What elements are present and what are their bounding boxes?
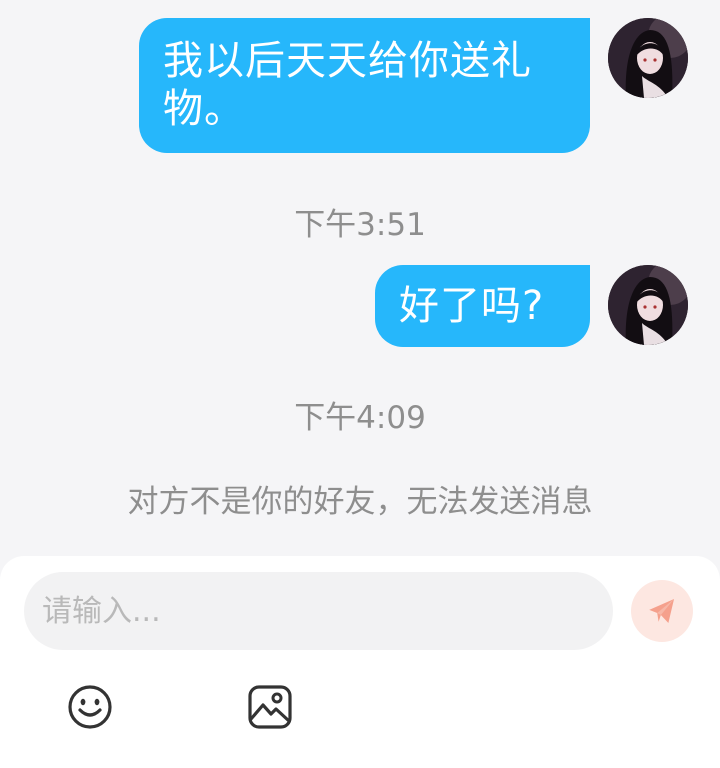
message-bubble[interactable]: 好了吗? (375, 265, 590, 347)
message-input[interactable] (24, 572, 613, 650)
avatar-image (608, 265, 688, 345)
image-button[interactable] (246, 683, 294, 731)
send-icon (649, 598, 675, 624)
emoji-icon (68, 685, 112, 729)
chat-area: 我以后天天给你送礼物。 下午3:51 好了吗? 下午4:09 对方不是你的好友，… (0, 0, 720, 556)
message-composer (0, 556, 720, 768)
message-bubble[interactable]: 我以后天天给你送礼物。 (139, 18, 590, 153)
image-icon (248, 685, 292, 729)
message-text: 我以后天天给你送礼物。 (163, 38, 532, 132)
timestamp: 下午4:09 (294, 400, 426, 436)
avatar-image (608, 18, 688, 98)
message-text: 好了吗? (399, 283, 545, 329)
send-button[interactable] (631, 580, 693, 642)
avatar[interactable] (608, 18, 688, 98)
cannot-send-notice: 对方不是你的好友，无法发送消息 (127, 484, 593, 520)
emoji-button[interactable] (66, 683, 114, 731)
timestamp: 下午3:51 (294, 207, 426, 243)
avatar[interactable] (608, 265, 688, 345)
